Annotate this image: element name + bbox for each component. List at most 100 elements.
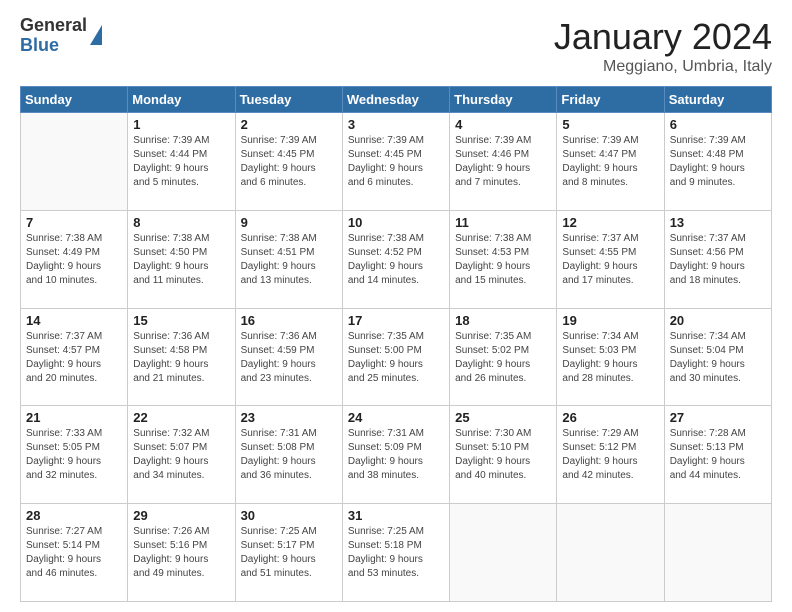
day-info: Daylight: 9 hours xyxy=(26,553,122,567)
day-number: 29 xyxy=(133,508,229,523)
header-row: Sunday Monday Tuesday Wednesday Thursday… xyxy=(21,87,772,113)
day-number: 27 xyxy=(670,410,766,425)
day-info: and 51 minutes. xyxy=(241,567,337,581)
day-info: and 30 minutes. xyxy=(670,372,766,386)
day-info: Daylight: 9 hours xyxy=(455,455,551,469)
day-info: Sunset: 4:45 PM xyxy=(241,148,337,162)
month-title: January 2024 xyxy=(554,16,772,58)
day-number: 9 xyxy=(241,215,337,230)
day-info: Daylight: 9 hours xyxy=(133,553,229,567)
day-info: and 11 minutes. xyxy=(133,274,229,288)
table-row: 25Sunrise: 7:30 AMSunset: 5:10 PMDayligh… xyxy=(450,406,557,504)
day-info: Daylight: 9 hours xyxy=(133,162,229,176)
day-info: and 10 minutes. xyxy=(26,274,122,288)
col-wednesday: Wednesday xyxy=(342,87,449,113)
day-info: and 23 minutes. xyxy=(241,372,337,386)
day-number: 28 xyxy=(26,508,122,523)
day-info: Sunrise: 7:34 AM xyxy=(670,330,766,344)
day-info: Sunset: 5:03 PM xyxy=(562,344,658,358)
day-number: 31 xyxy=(348,508,444,523)
table-row: 13Sunrise: 7:37 AMSunset: 4:56 PMDayligh… xyxy=(664,210,771,308)
col-monday: Monday xyxy=(128,87,235,113)
table-row: 18Sunrise: 7:35 AMSunset: 5:02 PMDayligh… xyxy=(450,308,557,406)
day-info: Sunrise: 7:25 AM xyxy=(348,525,444,539)
day-info: Sunrise: 7:28 AM xyxy=(670,427,766,441)
day-info: Sunrise: 7:36 AM xyxy=(133,330,229,344)
week-row-4: 21Sunrise: 7:33 AMSunset: 5:05 PMDayligh… xyxy=(21,406,772,504)
day-info: Sunset: 4:47 PM xyxy=(562,148,658,162)
table-row: 12Sunrise: 7:37 AMSunset: 4:55 PMDayligh… xyxy=(557,210,664,308)
day-info: and 36 minutes. xyxy=(241,469,337,483)
day-info: Sunset: 5:16 PM xyxy=(133,539,229,553)
day-info: Daylight: 9 hours xyxy=(562,260,658,274)
logo-text: General Blue xyxy=(20,16,87,56)
day-info: Daylight: 9 hours xyxy=(26,260,122,274)
location-title: Meggiano, Umbria, Italy xyxy=(554,58,772,76)
day-info: and 14 minutes. xyxy=(348,274,444,288)
day-info: Daylight: 9 hours xyxy=(562,455,658,469)
table-row: 15Sunrise: 7:36 AMSunset: 4:58 PMDayligh… xyxy=(128,308,235,406)
day-info: Daylight: 9 hours xyxy=(241,162,337,176)
day-info: and 8 minutes. xyxy=(562,176,658,190)
logo-general: General xyxy=(20,16,87,36)
day-info: Sunset: 5:14 PM xyxy=(26,539,122,553)
day-info: Sunset: 5:07 PM xyxy=(133,441,229,455)
col-sunday: Sunday xyxy=(21,87,128,113)
day-info: Sunset: 5:12 PM xyxy=(562,441,658,455)
day-info: Daylight: 9 hours xyxy=(26,455,122,469)
table-row: 8Sunrise: 7:38 AMSunset: 4:50 PMDaylight… xyxy=(128,210,235,308)
day-number: 17 xyxy=(348,313,444,328)
day-number: 22 xyxy=(133,410,229,425)
day-info: Sunrise: 7:27 AM xyxy=(26,525,122,539)
day-info: Sunset: 5:02 PM xyxy=(455,344,551,358)
table-row: 16Sunrise: 7:36 AMSunset: 4:59 PMDayligh… xyxy=(235,308,342,406)
day-info: and 13 minutes. xyxy=(241,274,337,288)
day-info: Sunset: 4:59 PM xyxy=(241,344,337,358)
day-info: Sunrise: 7:35 AM xyxy=(455,330,551,344)
day-info: Daylight: 9 hours xyxy=(133,260,229,274)
table-row: 3Sunrise: 7:39 AMSunset: 4:45 PMDaylight… xyxy=(342,113,449,211)
col-tuesday: Tuesday xyxy=(235,87,342,113)
day-info: Daylight: 9 hours xyxy=(348,260,444,274)
day-info: Sunrise: 7:38 AM xyxy=(241,232,337,246)
title-block: January 2024 Meggiano, Umbria, Italy xyxy=(554,16,772,76)
day-info: and 49 minutes. xyxy=(133,567,229,581)
col-thursday: Thursday xyxy=(450,87,557,113)
day-info: and 20 minutes. xyxy=(26,372,122,386)
day-info: Sunset: 4:53 PM xyxy=(455,246,551,260)
day-info: Sunset: 4:48 PM xyxy=(670,148,766,162)
table-row: 6Sunrise: 7:39 AMSunset: 4:48 PMDaylight… xyxy=(664,113,771,211)
day-number: 23 xyxy=(241,410,337,425)
table-row: 20Sunrise: 7:34 AMSunset: 5:04 PMDayligh… xyxy=(664,308,771,406)
day-info: Sunrise: 7:31 AM xyxy=(348,427,444,441)
day-info: Sunset: 4:56 PM xyxy=(670,246,766,260)
table-row: 22Sunrise: 7:32 AMSunset: 5:07 PMDayligh… xyxy=(128,406,235,504)
day-number: 4 xyxy=(455,117,551,132)
day-number: 1 xyxy=(133,117,229,132)
day-info: Daylight: 9 hours xyxy=(348,455,444,469)
day-number: 16 xyxy=(241,313,337,328)
logo-triangle-icon xyxy=(90,25,102,45)
col-saturday: Saturday xyxy=(664,87,771,113)
day-info: Sunset: 5:04 PM xyxy=(670,344,766,358)
day-info: and 34 minutes. xyxy=(133,469,229,483)
day-info: and 6 minutes. xyxy=(241,176,337,190)
day-info: Sunrise: 7:34 AM xyxy=(562,330,658,344)
day-number: 20 xyxy=(670,313,766,328)
day-info: Sunrise: 7:39 AM xyxy=(241,134,337,148)
table-row: 14Sunrise: 7:37 AMSunset: 4:57 PMDayligh… xyxy=(21,308,128,406)
day-info: Daylight: 9 hours xyxy=(241,455,337,469)
day-number: 25 xyxy=(455,410,551,425)
day-info: and 26 minutes. xyxy=(455,372,551,386)
day-info: Sunset: 4:55 PM xyxy=(562,246,658,260)
day-info: Sunrise: 7:38 AM xyxy=(133,232,229,246)
logo: General Blue xyxy=(20,16,102,56)
day-number: 10 xyxy=(348,215,444,230)
table-row: 31Sunrise: 7:25 AMSunset: 5:18 PMDayligh… xyxy=(342,504,449,602)
day-number: 12 xyxy=(562,215,658,230)
table-row: 23Sunrise: 7:31 AMSunset: 5:08 PMDayligh… xyxy=(235,406,342,504)
day-info: and 53 minutes. xyxy=(348,567,444,581)
day-info: Sunrise: 7:25 AM xyxy=(241,525,337,539)
day-info: and 7 minutes. xyxy=(455,176,551,190)
day-info: Daylight: 9 hours xyxy=(455,358,551,372)
